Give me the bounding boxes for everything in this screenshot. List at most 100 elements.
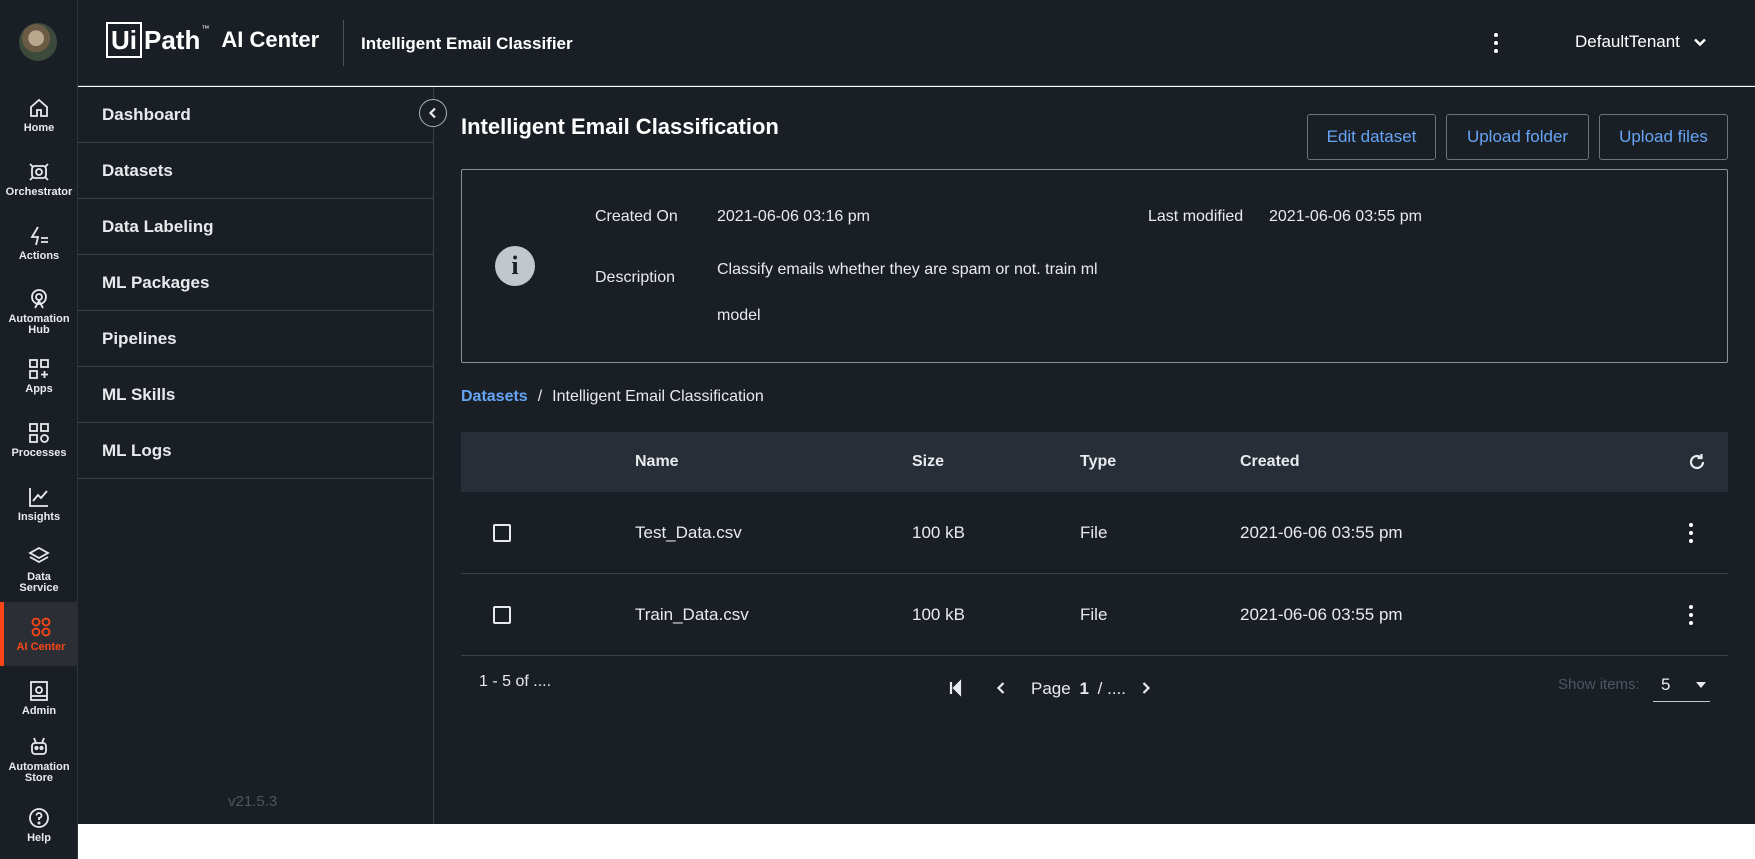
top-header: Ui Path ™ AI Center Intelligent Email Cl… (78, 0, 1755, 86)
cell-size: 100 kB (912, 522, 965, 542)
page-label: Page (1031, 679, 1071, 698)
rail-item-admin[interactable]: Admin (0, 667, 78, 729)
processes-icon (29, 423, 49, 443)
column-header-name[interactable]: Name (635, 453, 679, 471)
automation-store-icon (31, 737, 47, 755)
last-modified-label: Last modified (1148, 208, 1244, 225)
rail-item-data-service[interactable]: Data Service (0, 538, 78, 600)
project-name: Intelligent Email Classifier (361, 34, 573, 53)
row-more-options-icon[interactable] (1684, 603, 1698, 627)
dataset-info-card: i Created On 2021-06-06 03:16 pm Last mo… (461, 169, 1728, 363)
rail-item-help[interactable]: Help (0, 794, 78, 856)
blank-area (78, 824, 1755, 859)
nav-item-data-labeling[interactable]: Data Labeling (78, 199, 433, 255)
page-indicator: Page 1 / .... (1031, 679, 1126, 699)
nav-item-ml-skills[interactable]: ML Skills (78, 367, 433, 423)
main-content: Intelligent Email Classification Edit da… (434, 87, 1755, 824)
refresh-icon[interactable] (1687, 452, 1707, 472)
dropdown-arrow-icon (1696, 681, 1706, 688)
breadcrumb-datasets-link[interactable]: Datasets (461, 388, 528, 406)
rail-item-processes[interactable]: Processes (0, 409, 78, 471)
rail-label: Orchestrator (5, 186, 73, 198)
cell-size: 100 kB (912, 604, 965, 624)
apps-icon (29, 359, 49, 379)
home-icon (30, 98, 48, 117)
logo-ui: Ui (106, 22, 142, 58)
collapse-nav-button[interactable] (419, 99, 447, 127)
data-service-icon (28, 546, 50, 563)
upload-folder-button[interactable]: Upload folder (1446, 114, 1589, 160)
rail-item-home[interactable]: Home (0, 84, 78, 146)
cell-created: 2021-06-06 03:55 pm (1240, 522, 1403, 542)
rail-label: Data Service (19, 570, 59, 594)
rail-item-ai-center[interactable]: AI Center (0, 602, 78, 666)
rail-item-automation-store[interactable]: Automation Store (0, 728, 78, 790)
help-icon (29, 808, 49, 828)
nav-item-ml-logs[interactable]: ML Logs (78, 423, 433, 479)
description-value: Classify emails whether they are spam or… (717, 261, 1098, 324)
logo-path: Path (144, 24, 201, 55)
rail-label: Admin (21, 705, 57, 717)
table-row[interactable]: Train_Data.csv 100 kB File 2021-06-06 03… (461, 574, 1728, 656)
header-divider (343, 20, 344, 66)
logo-tm: ™ (201, 24, 210, 33)
product-name: AI Center (221, 27, 320, 52)
breadcrumb-separator: / (537, 388, 543, 405)
breadcrumb-current: Intelligent Email Classification (552, 388, 764, 405)
column-header-created[interactable]: Created (1240, 453, 1300, 471)
row-more-options-icon[interactable] (1684, 521, 1698, 545)
nav-item-datasets[interactable]: Datasets (78, 143, 433, 199)
nav-item-pipelines[interactable]: Pipelines (78, 311, 433, 367)
admin-icon (30, 681, 48, 701)
rail-item-apps[interactable]: Apps (0, 345, 78, 407)
edit-dataset-button[interactable]: Edit dataset (1307, 114, 1436, 160)
row-checkbox[interactable] (493, 606, 511, 624)
table-row[interactable]: Test_Data.csv 100 kB File 2021-06-06 03:… (461, 492, 1728, 574)
rail-label: Processes (11, 447, 67, 459)
next-page-icon[interactable] (1136, 678, 1156, 698)
more-options-icon[interactable] (1486, 30, 1506, 56)
cell-type: File (1080, 522, 1108, 542)
tenant-name: DefaultTenant (1575, 32, 1680, 51)
ai-center-icon (31, 617, 51, 637)
info-icon: i (495, 246, 535, 286)
rail-label: Home (23, 122, 55, 134)
breadcrumb: Datasets / Intelligent Email Classificat… (461, 388, 764, 406)
previous-page-icon[interactable] (991, 678, 1011, 698)
rail-label: Help (27, 832, 51, 844)
page-separator: / (1097, 679, 1103, 698)
show-items-label: Show items: (1558, 676, 1640, 693)
cell-type: File (1080, 604, 1108, 624)
table-header: Name Size Type Created (461, 432, 1728, 492)
avatar[interactable] (19, 23, 57, 61)
rail-item-insights[interactable]: Insights (0, 473, 78, 535)
cell-name[interactable]: Train_Data.csv (635, 605, 749, 625)
last-modified-value: 2021-06-06 03:55 pm (1269, 208, 1422, 225)
cell-created: 2021-06-06 03:55 pm (1240, 604, 1403, 624)
rail-item-actions[interactable]: Actions (0, 212, 78, 274)
rail-item-automation-hub[interactable]: Automation Hub (0, 280, 78, 342)
upload-files-button[interactable]: Upload files (1599, 114, 1728, 160)
column-header-type[interactable]: Type (1080, 453, 1116, 471)
uipath-logo[interactable]: Ui Path ™ AI Center (106, 22, 319, 58)
first-page-icon[interactable] (946, 678, 966, 698)
show-items-select[interactable]: 5 (1653, 668, 1710, 702)
rail-label: Automation Hub (8, 312, 70, 336)
rail-item-orchestrator[interactable]: Orchestrator (0, 148, 78, 210)
nav-item-dashboard[interactable]: Dashboard (78, 87, 433, 143)
chevron-down-icon (1694, 38, 1706, 47)
nav-item-ml-packages[interactable]: ML Packages (78, 255, 433, 311)
created-on-value: 2021-06-06 03:16 pm (717, 208, 870, 225)
rail-label: Actions (18, 250, 60, 262)
actions-icon (30, 226, 48, 246)
tenant-selector[interactable]: DefaultTenant (1575, 32, 1708, 52)
row-checkbox[interactable] (493, 524, 511, 542)
cell-name[interactable]: Test_Data.csv (635, 523, 742, 543)
global-nav-rail: Home Orchestrator Actions Automation Hub… (0, 0, 78, 859)
created-on-label: Created On (595, 208, 678, 225)
page-title: Intelligent Email Classification (461, 114, 779, 139)
column-header-size[interactable]: Size (912, 453, 944, 471)
version-label: v21.5.3 (228, 793, 278, 810)
rail-label: Automation Store (8, 760, 70, 784)
current-page: 1 (1079, 679, 1089, 698)
